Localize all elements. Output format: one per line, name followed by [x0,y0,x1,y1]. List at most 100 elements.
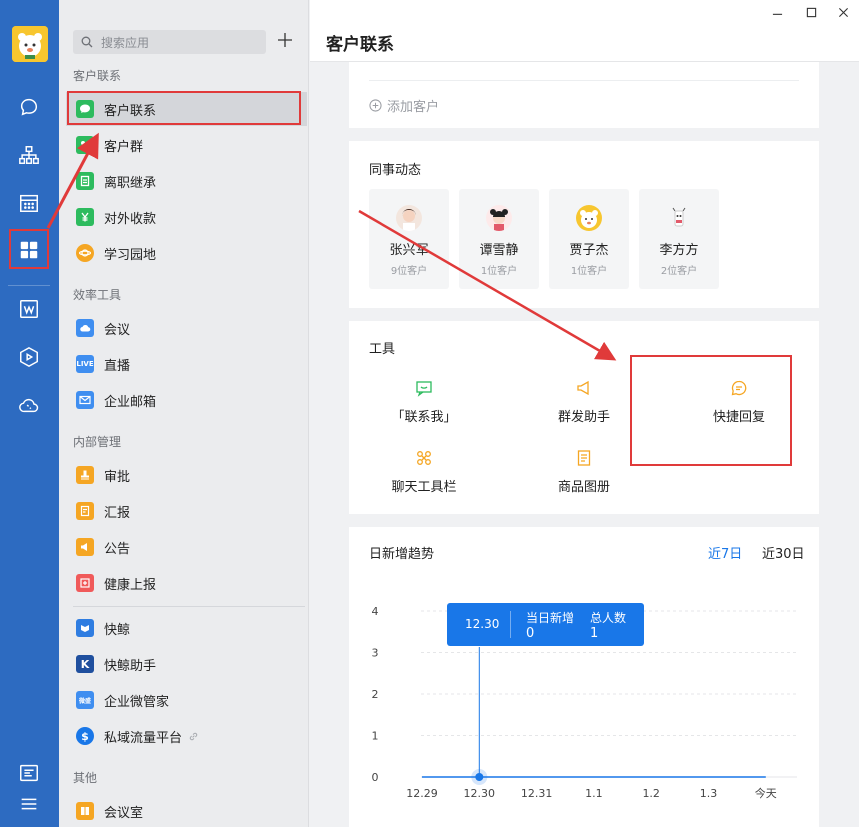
maximize-icon[interactable] [800,4,822,20]
doc-icon[interactable] [9,289,49,329]
tooltip-date: 12.30 [465,617,500,631]
colleague-card[interactable]: 李方方 2位客户 [639,189,719,289]
sidebar-item-label: 对外收款 [104,211,157,227]
sidebar-item-label: 学习园地 [104,247,157,263]
calendar-icon[interactable] [9,183,49,223]
search-input[interactable]: 搜索应用 [73,30,266,54]
colleague-count: 1位客户 [570,266,608,277]
sidebar-item-private-traffic[interactable]: $ 私域流量平台 [66,719,307,753]
transfer-icon [76,172,94,190]
chart-tooltip: 12.30 当日新增 0 总人数 1 [447,603,644,646]
chat-bubble-icon[interactable] [9,87,49,127]
contact-me-icon [416,381,432,397]
x-tick-label: 1.3 [700,787,718,800]
tool-contact-me[interactable]: 「联系我」 [349,379,499,425]
minimize-icon[interactable] [766,4,788,20]
plus-circle-icon [369,99,382,112]
sidebar-item-wecom-manager[interactable]: 微盛 企业微管家 [66,683,307,717]
megaphone-icon [76,538,94,556]
close-icon[interactable] [832,4,854,20]
sidebar-item-meeting-room[interactable]: 会议室 [66,794,307,827]
sidebar-item-external-payment[interactable]: 对外收款 [66,200,307,234]
card-title: 工具 [369,342,396,357]
x-tick-label: 1.2 [642,787,660,800]
trend-card: 日新增趋势 近7日 近30日 0 1 2 3 4 12.29 12.30 12.31 1.1 1.… [349,527,819,827]
sidebar-item-label: 健康上报 [104,577,157,593]
sidebar-item-health[interactable]: 健康上报 [66,566,307,600]
x-tick-label: 12.31 [521,787,553,800]
avatar [666,205,692,231]
cloud-icon [76,319,94,337]
colleague-card[interactable]: 贾子杰 1位客户 [549,189,629,289]
x-tick-label: 1.1 [585,787,603,800]
dollar-icon: $ [76,727,94,745]
tool-chat-toolbar[interactable]: 聊天工具栏 [349,449,499,495]
sidebar-item-label: 直播 [104,358,131,374]
menu-icon[interactable] [9,784,49,824]
k-logo-icon: K [76,655,94,673]
live-icon: LIVE [76,355,94,373]
sidebar-item-mail[interactable]: 企业邮箱 [66,383,307,417]
payment-icon [76,208,94,226]
tool-label: 商品图册 [557,480,610,495]
add-customer-button[interactable]: 添加客户 [369,96,439,115]
sidebar-item-learning[interactable]: 学习园地 [66,236,307,270]
plus-icon [278,33,292,47]
highlight-box [67,91,301,125]
sidebar-item-label: 会议 [104,322,131,338]
planet-icon [76,244,94,262]
colleague-name: 谭雪静 [479,243,519,258]
sidebar-item-label: 客户群 [104,139,144,155]
add-app-button[interactable] [273,28,297,52]
nav-rail [0,0,59,827]
sidebar-item-customer-group[interactable]: 客户群 [66,128,307,162]
sidebar-divider [73,606,305,607]
avatar [396,205,422,231]
sidebar-item-resign-transfer[interactable]: 离职继承 [66,164,307,198]
tool-label: 聊天工具栏 [391,480,457,495]
sidebar-item-meeting[interactable]: 会议 [66,311,307,345]
sidebar-item-notice[interactable]: 公告 [66,530,307,564]
sidebar-item-kuaijing[interactable]: 快鲸 [66,611,307,645]
sidebar-item-label: 公告 [104,541,131,557]
sidebar-item-report[interactable]: 汇报 [66,494,307,528]
section-title: 效率工具 [73,288,122,302]
tool-label: 「联系我」 [391,410,457,425]
x-tick-label: 今天 [755,786,777,800]
tooltip-label: 总人数 [590,611,627,625]
colleague-name: 李方方 [659,243,699,258]
y-tick-label: 0 [372,771,379,784]
org-chart-icon[interactable] [9,135,49,175]
sidebar-item-approval[interactable]: 审批 [66,458,307,492]
highlight-box [630,355,792,466]
weisheng-logo-icon: 微盛 [76,691,94,709]
search-icon [81,36,93,48]
cube-icon[interactable] [9,337,49,377]
health-icon [76,574,94,592]
sidebar-item-live[interactable]: LIVE 直播 [66,347,307,381]
colleague-card[interactable]: 谭雪静 1位客户 [459,189,539,289]
sidebar-item-label: 会议室 [104,805,144,821]
sidebar-item-label: 企业邮箱 [104,394,157,410]
colleague-count: 2位客户 [660,266,698,277]
sidebar-item-label: 快鲸助手 [104,658,157,674]
sidebar-item-label: 快鲸 [104,622,131,638]
kuaijing-logo-icon [76,619,94,637]
colleague-name: 张兴军 [389,243,429,258]
x-tick-label: 12.30 [464,787,496,800]
add-customer-label: 添加客户 [387,100,440,115]
user-avatar[interactable] [12,26,48,62]
sidebar-item-kuaijing-assistant[interactable]: K 快鲸助手 [66,647,307,681]
catalog-icon [577,450,591,466]
search-placeholder: 搜索应用 [101,35,150,50]
section-title: 内部管理 [73,435,122,449]
data-point [475,773,484,781]
x-tick-label: 12.29 [406,787,438,800]
report-icon [76,502,94,520]
link-icon [189,732,198,740]
colleague-card[interactable]: 张兴军 9位客户 [369,189,449,289]
mail-icon [76,391,94,409]
tooltip-value: 1 [590,626,599,641]
phone-cloud-icon[interactable] [9,385,49,425]
rail-divider [8,285,50,286]
